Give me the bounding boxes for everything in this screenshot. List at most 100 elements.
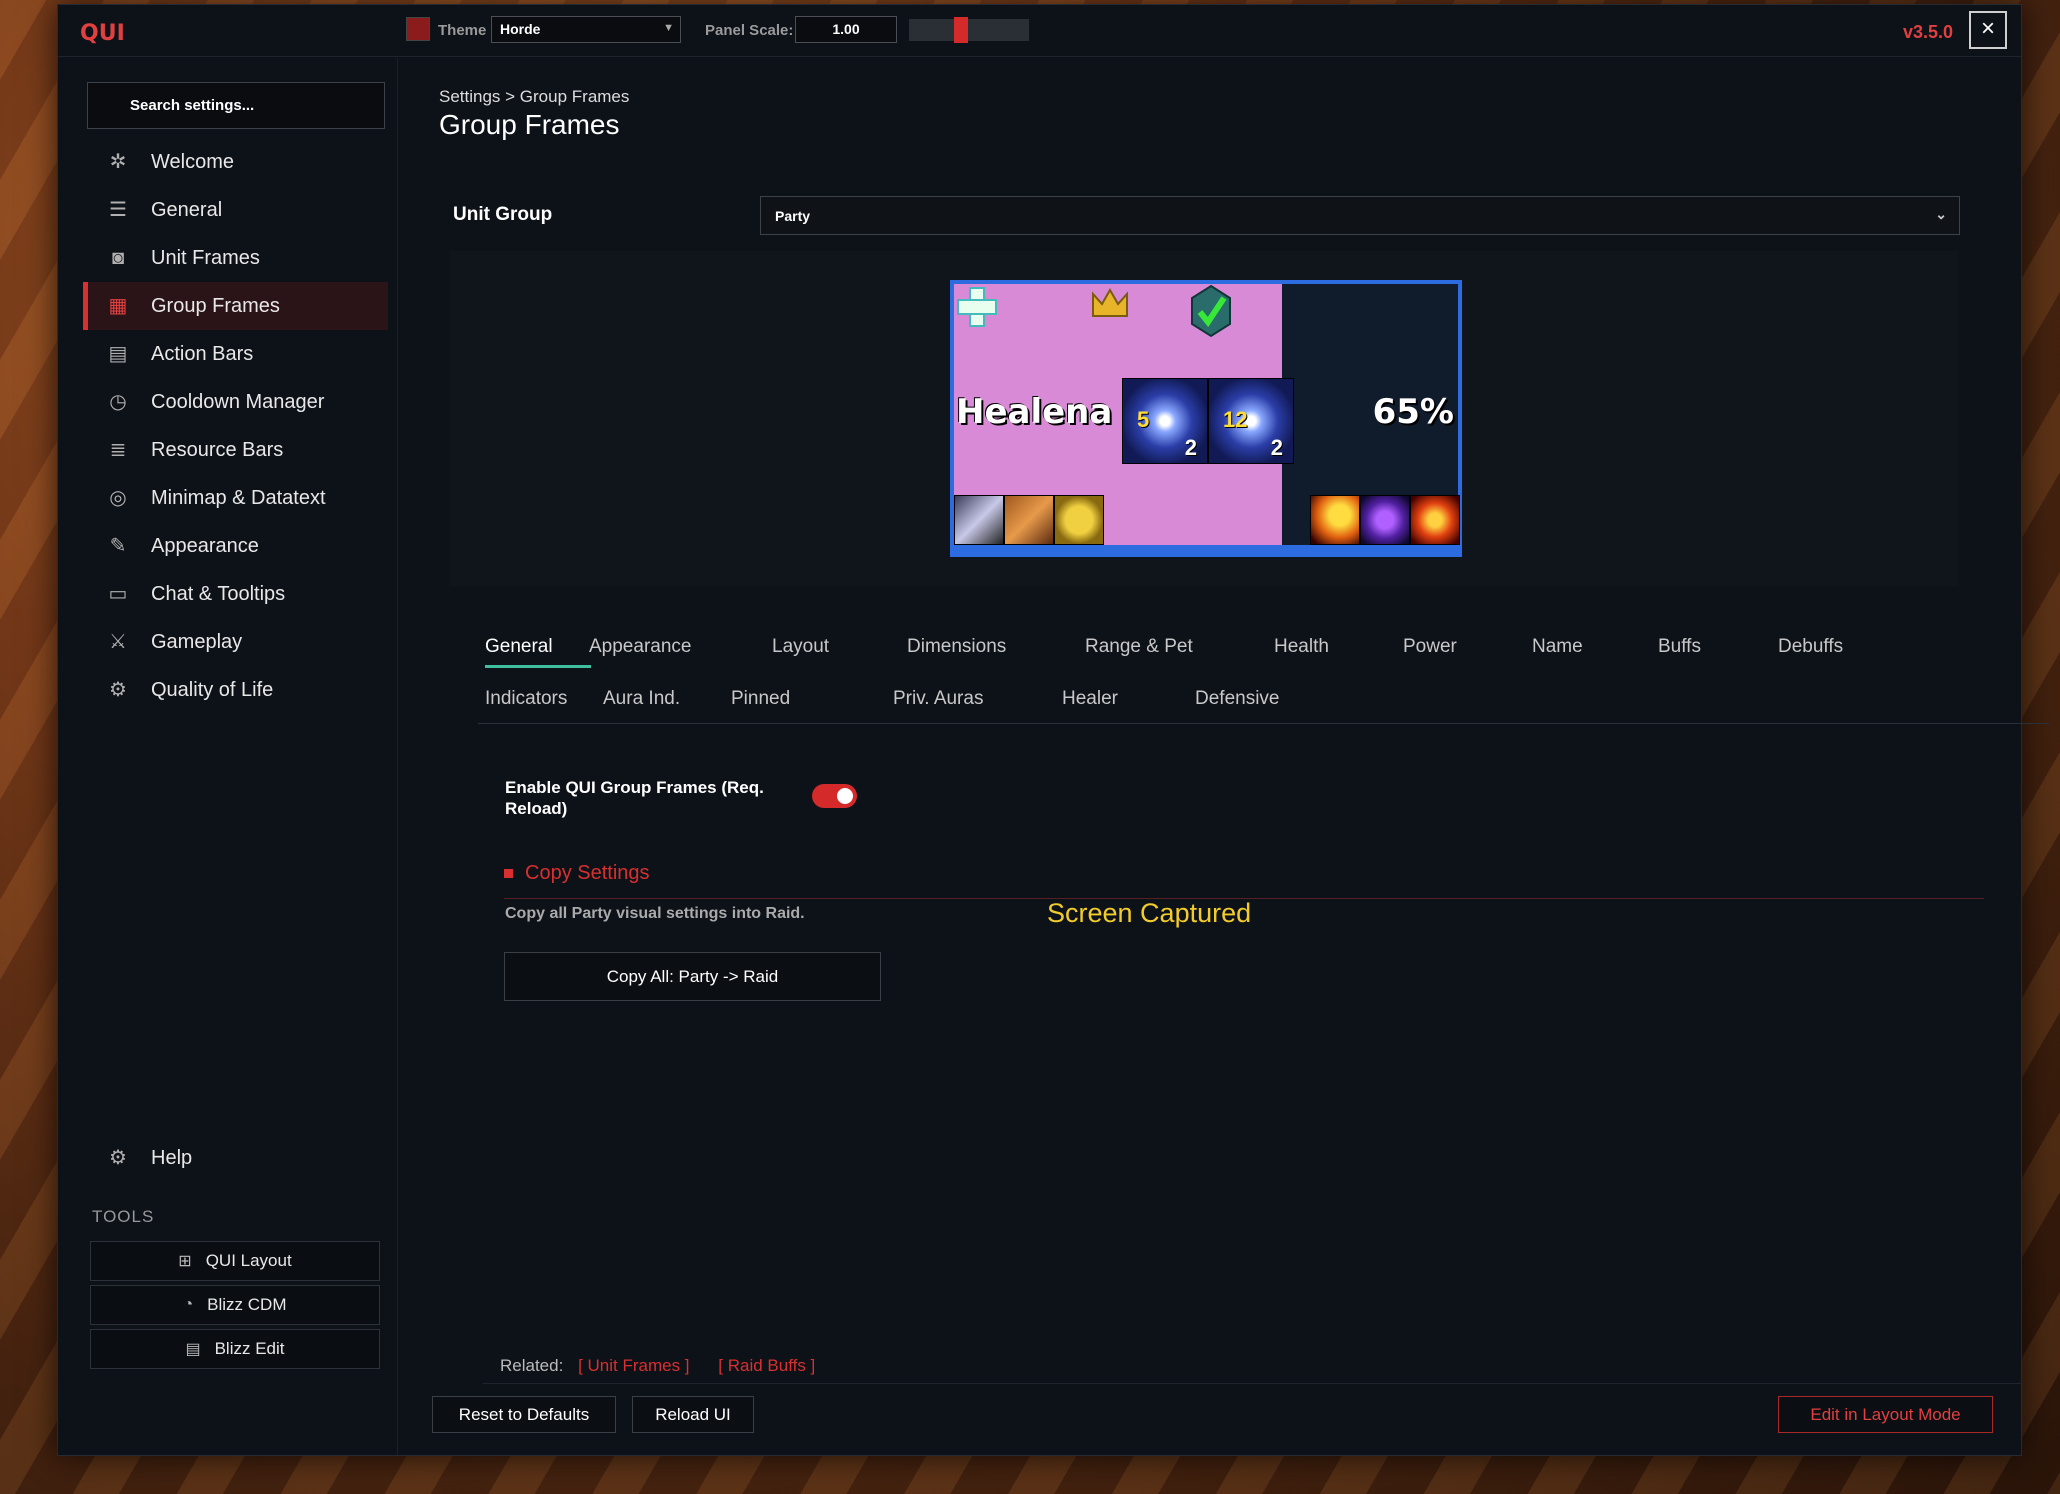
- sidebar-item-gameplay[interactable]: ⚔ Gameplay: [83, 618, 388, 666]
- theme-color-swatch[interactable]: [406, 17, 430, 41]
- sidebar-item-quality-of-life[interactable]: ⚙ Quality of Life: [83, 666, 388, 714]
- enable-group-frames-label: Enable QUI Group Frames (Req. Reload): [505, 778, 764, 818]
- unit-group-label: Unit Group: [453, 204, 553, 225]
- aura-icon: 5 2: [1122, 378, 1208, 464]
- leader-crown-icon: [1092, 287, 1128, 317]
- reset-defaults-button[interactable]: Reset to Defaults: [432, 1396, 616, 1433]
- tool-label: Blizz Edit: [214, 1339, 285, 1358]
- tab-indicators[interactable]: Indicators: [485, 688, 567, 710]
- clock-icon: ◷: [109, 391, 127, 413]
- sidebar-item-label: Welcome: [151, 150, 234, 173]
- sidebar-item-chat-tooltips[interactable]: ▭ Chat & Tooltips: [83, 570, 388, 618]
- sidebar-item-label: General: [151, 198, 223, 221]
- aura-count: 5: [1137, 407, 1150, 432]
- sidebar-item-group-frames[interactable]: ▦ Group Frames: [83, 282, 388, 330]
- panel-scale-thumb[interactable]: [954, 17, 968, 43]
- unit-name: Healena: [956, 392, 1113, 432]
- edit-layout-mode-button[interactable]: Edit in Layout Mode: [1778, 1396, 1993, 1433]
- sidebar-item-label: Quality of Life: [151, 678, 274, 701]
- sidebar-item-general[interactable]: ☰ General: [83, 186, 388, 234]
- settings-window: QUI Theme Horde ▼ Panel Scale: 1.00 v3.5…: [57, 4, 2050, 1456]
- reload-ui-button[interactable]: Reload UI: [632, 1396, 754, 1433]
- sidebar-item-label: Resource Bars: [151, 438, 284, 461]
- aura-icon: 12 2: [1208, 378, 1294, 464]
- aura-stacks: 2: [1270, 435, 1283, 460]
- sidebar-item-label: Appearance: [151, 534, 259, 557]
- tab-appearance[interactable]: Appearance: [589, 636, 691, 658]
- sidebar-nav: ✲ Welcome ☰ General ◙ Unit Frames ▦ Group Frame…: [83, 138, 388, 714]
- qui-layout-button[interactable]: ⊞ QUI Layout: [90, 1241, 380, 1281]
- theme-value: Horde: [500, 21, 541, 37]
- title-bar: QUI Theme Horde ▼ Panel Scale: 1.00 v3.5…: [58, 5, 2021, 57]
- gear-icon: ⚙: [109, 679, 127, 701]
- theme-label: Theme: [438, 22, 487, 39]
- sidebar-item-cooldown-manager[interactable]: ◷ Cooldown Manager: [83, 378, 388, 426]
- tab-buffs[interactable]: Buffs: [1658, 636, 1701, 658]
- tab-dimensions[interactable]: Dimensions: [907, 636, 1006, 658]
- brush-icon: ✎: [109, 535, 127, 557]
- tab-priv-auras[interactable]: Priv. Auras: [893, 688, 983, 710]
- sidebar-item-welcome[interactable]: ✲ Welcome: [83, 138, 388, 186]
- layout-icon: ⊞: [178, 1253, 192, 1270]
- edit-icon: ▤: [185, 1341, 201, 1358]
- help-icon: ⚙: [109, 1147, 127, 1169]
- user-frame-icon: ◙: [111, 247, 125, 269]
- active-tab-indicator: [485, 665, 591, 668]
- sidebar-item-label: Help: [151, 1146, 193, 1169]
- related-links: Related: [ Unit Frames ] [ Raid Buffs ]: [500, 1356, 815, 1376]
- sidebar-item-appearance[interactable]: ✎ Appearance: [83, 522, 388, 570]
- toggle-knob: [837, 788, 853, 804]
- screen-captured-notice: Screen Captured: [1047, 898, 1252, 928]
- tab-aura-ind[interactable]: Aura Ind.: [603, 688, 680, 710]
- blizz-cdm-button[interactable]: ◔ Blizz CDM: [90, 1285, 380, 1325]
- blizz-edit-button[interactable]: ▤ Blizz Edit: [90, 1329, 380, 1369]
- panel-scale-label: Panel Scale:: [705, 22, 794, 39]
- copy-settings-heading: Copy Settings: [504, 862, 650, 885]
- action-bars-icon: ▤: [108, 343, 128, 365]
- tab-general[interactable]: General: [485, 636, 553, 658]
- panel-scale-slider[interactable]: [909, 19, 1029, 41]
- sidebar-item-help[interactable]: ⚙ Help: [105, 1145, 192, 1171]
- buff-icon: [954, 495, 1004, 545]
- tools-label: TOOLS: [92, 1207, 155, 1226]
- chevron-down-icon: ▼: [663, 22, 674, 34]
- unit-group-dropdown[interactable]: Party ⌄: [760, 196, 1960, 235]
- sidebar-item-unit-frames[interactable]: ◙ Unit Frames: [83, 234, 388, 282]
- tab-name[interactable]: Name: [1532, 636, 1583, 658]
- sidebar-item-action-bars[interactable]: ▤ Action Bars: [83, 330, 388, 378]
- tab-debuffs[interactable]: Debuffs: [1778, 636, 1843, 658]
- search-input[interactable]: Search settings...: [87, 82, 385, 129]
- tab-range-pet[interactable]: Range & Pet: [1085, 636, 1193, 658]
- footer-divider: [483, 1383, 2023, 1384]
- sidebar-item-resource-bars[interactable]: ≣ Resource Bars: [83, 426, 388, 474]
- sidebar-item-label: Minimap & Datatext: [151, 486, 326, 509]
- version-label: v3.5.0: [1903, 22, 1954, 42]
- chat-icon: ▭: [108, 583, 128, 605]
- related-link-raid-buffs[interactable]: [ Raid Buffs ]: [718, 1356, 815, 1375]
- unit-group-value: Party: [775, 208, 811, 224]
- sidebar: Search settings... ✲ Welcome ☰ General ◙ Unit…: [58, 58, 398, 1455]
- related-link-unit-frames[interactable]: [ Unit Frames ]: [578, 1356, 689, 1375]
- theme-dropdown[interactable]: Horde ▼: [491, 16, 681, 43]
- bars-icon: ≣: [109, 439, 127, 461]
- tab-layout[interactable]: Layout: [772, 636, 829, 658]
- sidebar-item-label: Gameplay: [151, 630, 243, 653]
- tab-healer[interactable]: Healer: [1062, 688, 1118, 710]
- tab-power[interactable]: Power: [1403, 636, 1457, 658]
- enable-group-frames-toggle[interactable]: [812, 784, 857, 808]
- app-logo: QUI: [80, 21, 125, 46]
- sidebar-item-label: Group Frames: [151, 294, 280, 317]
- swords-icon: ⚔: [109, 631, 127, 653]
- copy-party-to-raid-button[interactable]: Copy All: Party -> Raid: [504, 952, 881, 1001]
- debuff-icon: [1310, 495, 1360, 545]
- close-button[interactable]: ×: [1969, 11, 2007, 49]
- tab-health[interactable]: Health: [1274, 636, 1329, 658]
- cdm-icon: ◔: [183, 1296, 194, 1313]
- minimap-icon: ◎: [109, 487, 127, 509]
- health-percent: 65%: [1372, 392, 1454, 432]
- sidebar-item-minimap-datatext[interactable]: ◎ Minimap & Datatext: [83, 474, 388, 522]
- group-frames-icon: ▦: [108, 295, 128, 317]
- tab-pinned[interactable]: Pinned: [731, 688, 790, 710]
- panel-scale-input[interactable]: 1.00: [795, 16, 897, 43]
- tab-defensive[interactable]: Defensive: [1195, 688, 1280, 710]
